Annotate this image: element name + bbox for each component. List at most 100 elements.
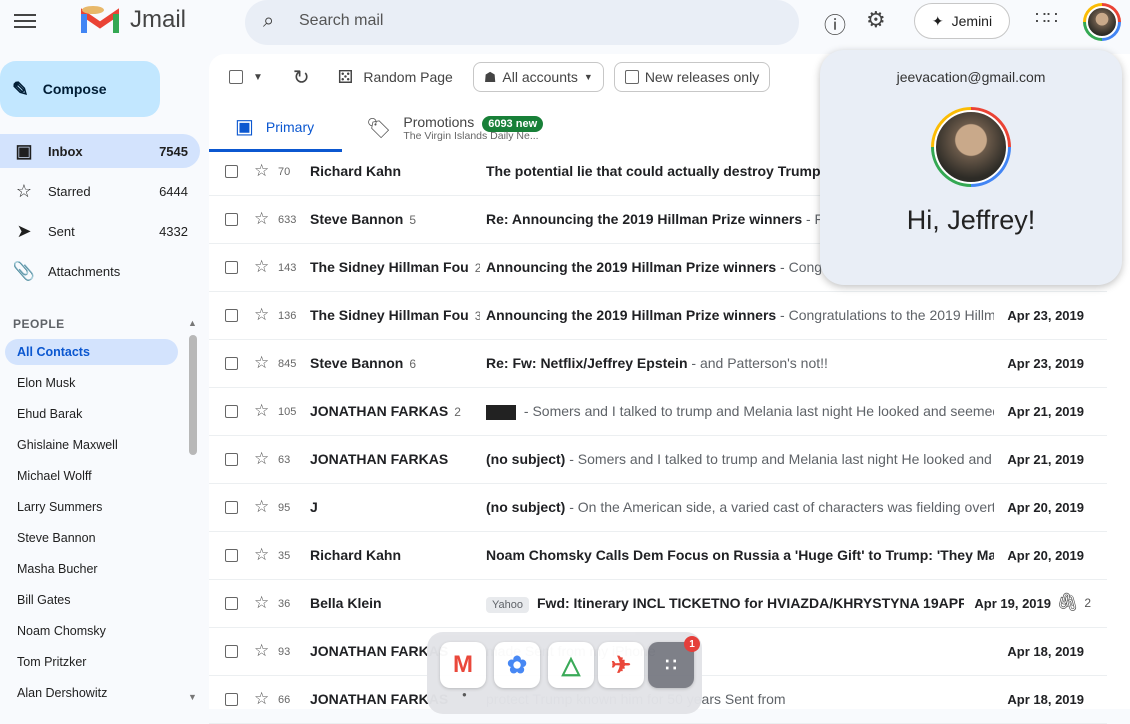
contact-item[interactable]: Masha Bucher <box>5 556 178 582</box>
gear-icon[interactable]: ⚙ <box>866 7 886 33</box>
main-menu-button[interactable] <box>14 12 36 30</box>
new-releases-toggle[interactable]: New releases only <box>613 62 771 92</box>
sidebar-item-sent[interactable]: ➤ Sent 4332 <box>0 214 200 248</box>
compose-button[interactable]: ✎ Compose <box>0 61 160 117</box>
scroll-down-icon[interactable]: ▼ <box>188 692 197 702</box>
select-all-checkbox[interactable] <box>229 70 243 84</box>
star-icon[interactable]: ☆ <box>254 689 269 709</box>
contact-item[interactable]: Noam Chomsky <box>5 618 178 644</box>
toolbar: ▼ ↻ ⚄ Random Page ☗ All accounts ▼ New rel… <box>229 62 771 92</box>
contact-item[interactable]: Tom Pritzker <box>5 649 178 675</box>
star-icon[interactable]: ☆ <box>254 497 269 517</box>
email-date: Apr 21, 2019 <box>1007 404 1084 419</box>
all-accounts-label: All accounts <box>502 69 578 85</box>
email-subject: Noam Chomsky Calls Dem Focus on Russia a… <box>486 547 994 563</box>
sidebar-item-starred[interactable]: ☆ Starred 6444 <box>0 174 200 208</box>
row-checkbox[interactable] <box>225 357 238 370</box>
star-icon[interactable]: ☆ <box>254 401 269 421</box>
photos-app-icon[interactable]: ✿ <box>494 642 540 688</box>
star-icon[interactable]: ☆ <box>254 545 269 565</box>
contact-item[interactable]: All Contacts <box>5 339 178 365</box>
contact-item[interactable]: Ghislaine Maxwell <box>5 432 178 458</box>
running-indicator: ● <box>462 690 467 699</box>
profile-avatar[interactable] <box>931 107 1011 187</box>
row-checkbox[interactable] <box>225 213 238 226</box>
thread-count: 5 <box>409 213 417 227</box>
row-checkbox[interactable] <box>225 549 238 562</box>
sidebar-scrollbar[interactable] <box>189 335 197 455</box>
row-checkbox[interactable] <box>225 597 238 610</box>
help-icon[interactable]: ⓘ <box>824 8 846 40</box>
email-sender: Steve Bannon 6 <box>310 355 480 371</box>
dice-icon[interactable]: ⚄ <box>338 67 354 88</box>
contact-item[interactable]: Bill Gates <box>5 587 178 613</box>
select-dropdown-icon[interactable]: ▼ <box>253 72 263 83</box>
tab-promotions[interactable]: 🏷 Promotions 6093 new The Virgin Islands … <box>366 104 544 152</box>
star-icon[interactable]: ☆ <box>254 257 269 277</box>
refresh-icon[interactable]: ↻ <box>293 65 310 90</box>
email-row[interactable]: ☆ 35 Richard Kahn Noam Chomsky Calls Dem… <box>209 532 1107 580</box>
email-row[interactable]: ☆ 36 Bella Klein Yahoo Fwd: Itinerary INC… <box>209 580 1107 628</box>
sender-name: J <box>310 499 318 515</box>
contact-item[interactable]: Michael Wolff <box>5 463 178 489</box>
search-input[interactable]: Search mail <box>299 12 383 30</box>
tab-primary[interactable]: ▣ Primary <box>209 104 342 152</box>
row-checkbox[interactable] <box>225 453 238 466</box>
row-checkbox[interactable] <box>225 261 238 274</box>
row-checkbox[interactable] <box>225 405 238 418</box>
drive-app-icon[interactable]: △ <box>548 642 594 688</box>
email-row[interactable]: ☆ 845 Steve Bannon 6 Re: Fw: Netflix/Jeff… <box>209 340 1107 388</box>
search-bar[interactable]: ⌕ Search mail <box>245 0 799 45</box>
row-checkbox[interactable] <box>225 501 238 514</box>
star-icon[interactable]: ☆ <box>254 209 269 229</box>
app-launcher-icon[interactable]: ∷ 1 <box>648 636 700 688</box>
star-icon[interactable]: ☆ <box>254 641 269 661</box>
star-icon[interactable]: ☆ <box>254 161 269 181</box>
row-checkbox[interactable] <box>225 645 238 658</box>
thread-count: 2 <box>474 261 480 275</box>
jemini-button[interactable]: ✦ Jemini <box>914 3 1010 39</box>
contact-item[interactable]: Larry Summers <box>5 494 178 520</box>
email-date: Apr 20, 2019 <box>1007 500 1084 515</box>
new-releases-label: New releases only <box>644 69 760 85</box>
jmail-logo[interactable] <box>78 2 122 36</box>
new-releases-checkbox[interactable] <box>624 70 639 84</box>
nav-count: 7545 <box>159 143 188 159</box>
email-subject: The potential lie that could actually de… <box>486 163 821 179</box>
apps-grid-icon[interactable]: ∷∷ <box>1035 8 1058 29</box>
star-icon[interactable]: ☆ <box>254 353 269 373</box>
contact-item[interactable]: Steve Bannon <box>5 525 178 551</box>
sidebar-item-attachments[interactable]: 📎 Attachments <box>0 254 200 288</box>
email-sender: Richard Kahn <box>310 547 480 563</box>
random-page-button[interactable]: Random Page <box>363 69 453 85</box>
row-checkbox[interactable] <box>225 165 238 178</box>
star-icon[interactable]: ☆ <box>254 449 269 469</box>
star-icon[interactable]: ☆ <box>254 593 269 613</box>
contact-item[interactable]: Elon Musk <box>5 370 178 396</box>
search-icon[interactable]: ⌕ <box>263 10 274 33</box>
sidebar-item-inbox[interactable]: ▣ Inbox 7545 <box>0 134 200 168</box>
email-row[interactable]: ☆ 63 JONATHAN FARKAS (no subject) - Some… <box>209 436 1107 484</box>
email-subject: Re: Fw: Netflix/Jeffrey Epstein <box>486 355 688 371</box>
account-email: jeevacation@gmail.com <box>896 69 1046 85</box>
message-count: 136 <box>278 310 297 322</box>
row-checkbox[interactable] <box>225 309 238 322</box>
email-row[interactable]: ☆ 95 J (no subject) - On the American si… <box>209 484 1107 532</box>
scroll-up-icon[interactable]: ▲ <box>188 318 197 328</box>
flights-app-icon[interactable]: ✈ <box>598 642 644 688</box>
row-checkbox[interactable] <box>225 693 238 706</box>
people-heading: PEOPLE <box>13 317 65 331</box>
account-avatar[interactable] <box>1083 3 1121 41</box>
gmail-app-icon[interactable]: M <box>440 642 486 688</box>
email-sender: The Sidney Hillman Fou 3 <box>310 307 480 323</box>
email-row[interactable]: ☆ 136 The Sidney Hillman Fou 3 Announcing… <box>209 292 1107 340</box>
all-accounts-dropdown[interactable]: ☗ All accounts ▼ <box>472 62 604 92</box>
email-snippet: - and Patterson's not!! <box>687 355 828 371</box>
email-subject: Announcing the 2019 Hillman Prize winner… <box>486 307 777 323</box>
contact-item[interactable]: Ehud Barak <box>5 401 178 427</box>
attachment-icon[interactable]: 🖇 <box>1056 592 1079 613</box>
star-icon[interactable]: ☆ <box>254 305 269 325</box>
contact-item[interactable]: Alan Dershowitz <box>5 680 178 706</box>
notification-badge: 1 <box>684 636 700 652</box>
email-row[interactable]: ☆ 105 JONATHAN FARKAS 2 - Somers and I ta… <box>209 388 1107 436</box>
